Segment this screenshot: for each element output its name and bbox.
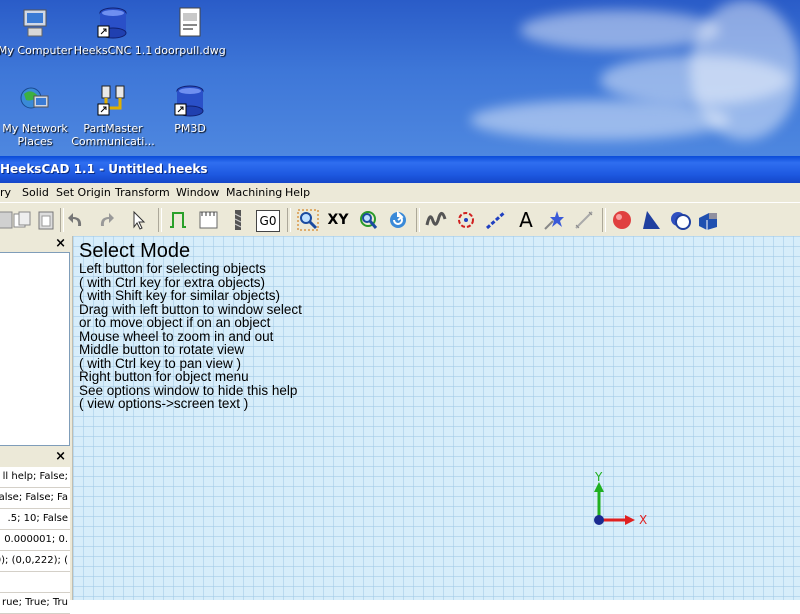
sphere-icon[interactable] — [610, 208, 634, 232]
computer-icon — [18, 6, 52, 40]
axis-x-label: X — [639, 513, 648, 527]
desktop-icon-doorpull[interactable]: doorpull.dwg — [147, 6, 233, 57]
xy-view-button[interactable]: XY — [326, 208, 350, 232]
close-icon[interactable]: × — [55, 236, 66, 251]
toolbar-separator — [287, 208, 291, 232]
desktop-icon-pm3d[interactable]: PM3D — [147, 84, 233, 135]
property-value: ; 0.000001; 0. — [0, 534, 68, 545]
redraw-icon[interactable] — [386, 208, 410, 232]
sketch-line-icon[interactable] — [166, 208, 190, 232]
desktop-background: My Computer HeeksCNC 1.1 doorpull.dwg My… — [0, 0, 800, 160]
cloud — [520, 10, 720, 50]
copy-icon[interactable] — [10, 208, 34, 232]
zoom-extents-icon[interactable] — [356, 208, 380, 232]
ruler-icon[interactable] — [196, 208, 220, 232]
gcode-button[interactable]: G0 — [256, 210, 280, 232]
menu-bar: ry Solid Set Origin Transform Window Mac… — [0, 183, 800, 202]
help-overlay: Select Mode Left button for selecting ob… — [79, 240, 302, 411]
menu-window[interactable]: Window — [176, 186, 219, 199]
menu-geometry[interactable]: ry — [0, 186, 11, 199]
close-icon[interactable]: × — [55, 449, 66, 464]
axis-y-label: Y — [595, 470, 603, 484]
undo-icon[interactable] — [64, 208, 88, 232]
property-value: False; False; Fa — [0, 492, 68, 503]
select-arrow-icon[interactable] — [126, 208, 150, 232]
property-value: rue; True; Tru — [1, 597, 68, 608]
property-row[interactable]: ll help; False; — [0, 467, 70, 488]
desktop-icon-label: PM3D — [174, 122, 206, 135]
property-row[interactable]: ; 0.000001; 0. — [0, 530, 70, 551]
dimension-icon[interactable] — [572, 208, 596, 232]
help-line: ( with Ctrl key to pan view ) — [79, 355, 242, 371]
property-value: 0); (0,0,222); ( — [0, 555, 68, 566]
desktop-icon-label: doorpull.dwg — [154, 44, 226, 57]
xy-view-label: XY — [327, 212, 349, 228]
help-line: See options window to hide this help — [79, 382, 298, 398]
window-titlebar[interactable]: HeeksCAD 1.1 - Untitled.heeks — [0, 156, 800, 183]
desktop-icon-label: PartMaster Communicati... — [71, 122, 155, 148]
zoom-window-icon[interactable] — [296, 208, 320, 232]
property-row[interactable]: rue; True; Tru — [0, 593, 70, 614]
axis-triad: Y X — [583, 470, 663, 544]
toolbar-separator — [602, 208, 606, 232]
help-line: or to move object if on an object — [79, 315, 271, 330]
document-icon — [173, 6, 207, 40]
menu-transform[interactable]: Transform — [115, 186, 170, 199]
property-row[interactable]: False; False; Fa — [0, 488, 70, 509]
cloud — [470, 100, 730, 140]
help-line: ( with Ctrl key for extra objects) — [79, 274, 266, 290]
cloud — [690, 0, 800, 140]
desktop-icon-partmaster[interactable]: PartMaster Communicati... — [70, 84, 156, 148]
property-row[interactable]: 0); (0,0,222); ( — [0, 551, 70, 572]
paste-icon[interactable] — [34, 208, 58, 232]
desktop-icon-label: My Computer — [0, 44, 73, 57]
desktop-icon-label: My Network Places — [2, 122, 68, 148]
desktop-icon-heekscnc[interactable]: HeeksCNC 1.1 — [70, 6, 156, 57]
left-panel: × × ll help; False; False; False; Fa .5;… — [0, 236, 74, 614]
menu-machining[interactable]: Machining — [226, 186, 282, 199]
help-line: ( with Shift key for similar objects) — [79, 288, 281, 303]
property-value: .5; 10; False — [7, 513, 68, 524]
point-star-icon[interactable] — [542, 208, 566, 232]
help-line: Drag with left button to window select — [79, 301, 302, 317]
desktop-icon-my-computer[interactable]: My Computer — [0, 6, 78, 57]
mode-title: Select Mode — [79, 240, 191, 262]
menu-set-origin[interactable]: Set Origin — [56, 186, 111, 199]
drill-bit-icon[interactable] — [226, 208, 250, 232]
menu-solid[interactable]: Solid — [22, 186, 49, 199]
cylinder-icon[interactable] — [668, 208, 692, 232]
help-line: Right button for object menu — [79, 369, 249, 384]
circle-arc-icon[interactable] — [454, 208, 478, 232]
toolbar-separator — [416, 208, 420, 232]
database-shortcut-icon — [173, 84, 207, 118]
axis-triad-icon — [594, 482, 635, 525]
main-toolbar: G0 XY A — [0, 202, 800, 238]
help-line: Left button for selecting objects — [79, 261, 266, 276]
graphics-canvas[interactable]: Select Mode Left button for selecting ob… — [73, 236, 800, 600]
property-row[interactable] — [0, 572, 70, 593]
toolbar-separator — [158, 208, 162, 232]
menu-help[interactable]: Help — [285, 186, 310, 199]
database-shortcut-icon — [96, 6, 130, 40]
desktop-icon-network-places[interactable]: My Network Places — [0, 84, 78, 148]
help-line: ( view options->screen text ) — [79, 396, 249, 411]
objects-tree[interactable] — [0, 252, 70, 446]
window-title: HeeksCAD 1.1 - Untitled.heeks — [0, 162, 208, 176]
desktop-icon-label: HeeksCNC 1.1 — [73, 44, 153, 57]
property-row[interactable]: .5; 10; False — [0, 509, 70, 530]
cone-icon[interactable] — [640, 208, 664, 232]
property-value: ll help; False; — [2, 471, 68, 482]
spline-icon[interactable] — [424, 208, 448, 232]
help-line: Middle button to rotate view — [79, 342, 245, 357]
line-icon[interactable] — [484, 208, 508, 232]
options-panel-header: × — [0, 449, 70, 465]
network-icon — [18, 84, 52, 118]
partmaster-shortcut-icon — [96, 84, 130, 118]
help-line: Mouse wheel to zoom in and out — [79, 328, 274, 344]
objects-panel-header: × — [0, 236, 70, 252]
text-tool-icon[interactable]: A — [514, 208, 538, 232]
cuboid-icon[interactable] — [696, 208, 720, 232]
redo-icon[interactable] — [94, 208, 118, 232]
